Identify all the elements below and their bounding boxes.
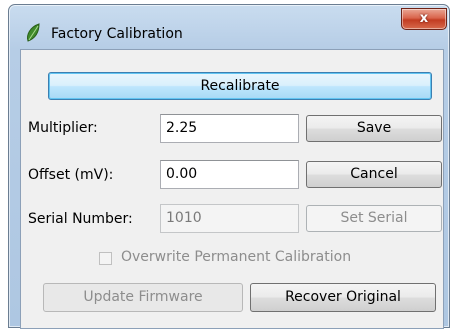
serial-number-label: Serial Number:	[28, 211, 133, 227]
serial-number-input[interactable]: 1010	[160, 204, 299, 233]
overwrite-permanent-label: Overwrite Permanent Calibration	[121, 249, 352, 265]
cancel-button[interactable]: Cancel	[306, 161, 442, 188]
set-serial-button[interactable]: Set Serial	[306, 205, 442, 232]
dialog-body: Recalibrate Multiplier: 2.25 Save Offset…	[20, 49, 444, 329]
update-firmware-button[interactable]: Update Firmware	[43, 283, 243, 312]
dialog-window: Factory Calibration x Recalibrate Multip…	[8, 4, 450, 329]
multiplier-label: Multiplier:	[28, 120, 98, 136]
offset-input[interactable]: 0.00	[160, 160, 299, 189]
leaf-icon	[27, 23, 40, 42]
multiplier-input[interactable]: 2.25	[160, 114, 299, 143]
title-bar[interactable]: Factory Calibration x	[9, 5, 449, 49]
save-button[interactable]: Save	[306, 115, 442, 142]
overwrite-permanent-checkbox[interactable]	[99, 252, 112, 265]
close-button[interactable]: x	[401, 8, 447, 30]
window-title: Factory Calibration	[51, 26, 183, 42]
offset-label: Offset (mV):	[28, 167, 114, 183]
close-icon: x	[419, 11, 429, 26]
recover-original-button[interactable]: Recover Original	[250, 283, 436, 312]
recalibrate-button[interactable]: Recalibrate	[48, 72, 432, 100]
